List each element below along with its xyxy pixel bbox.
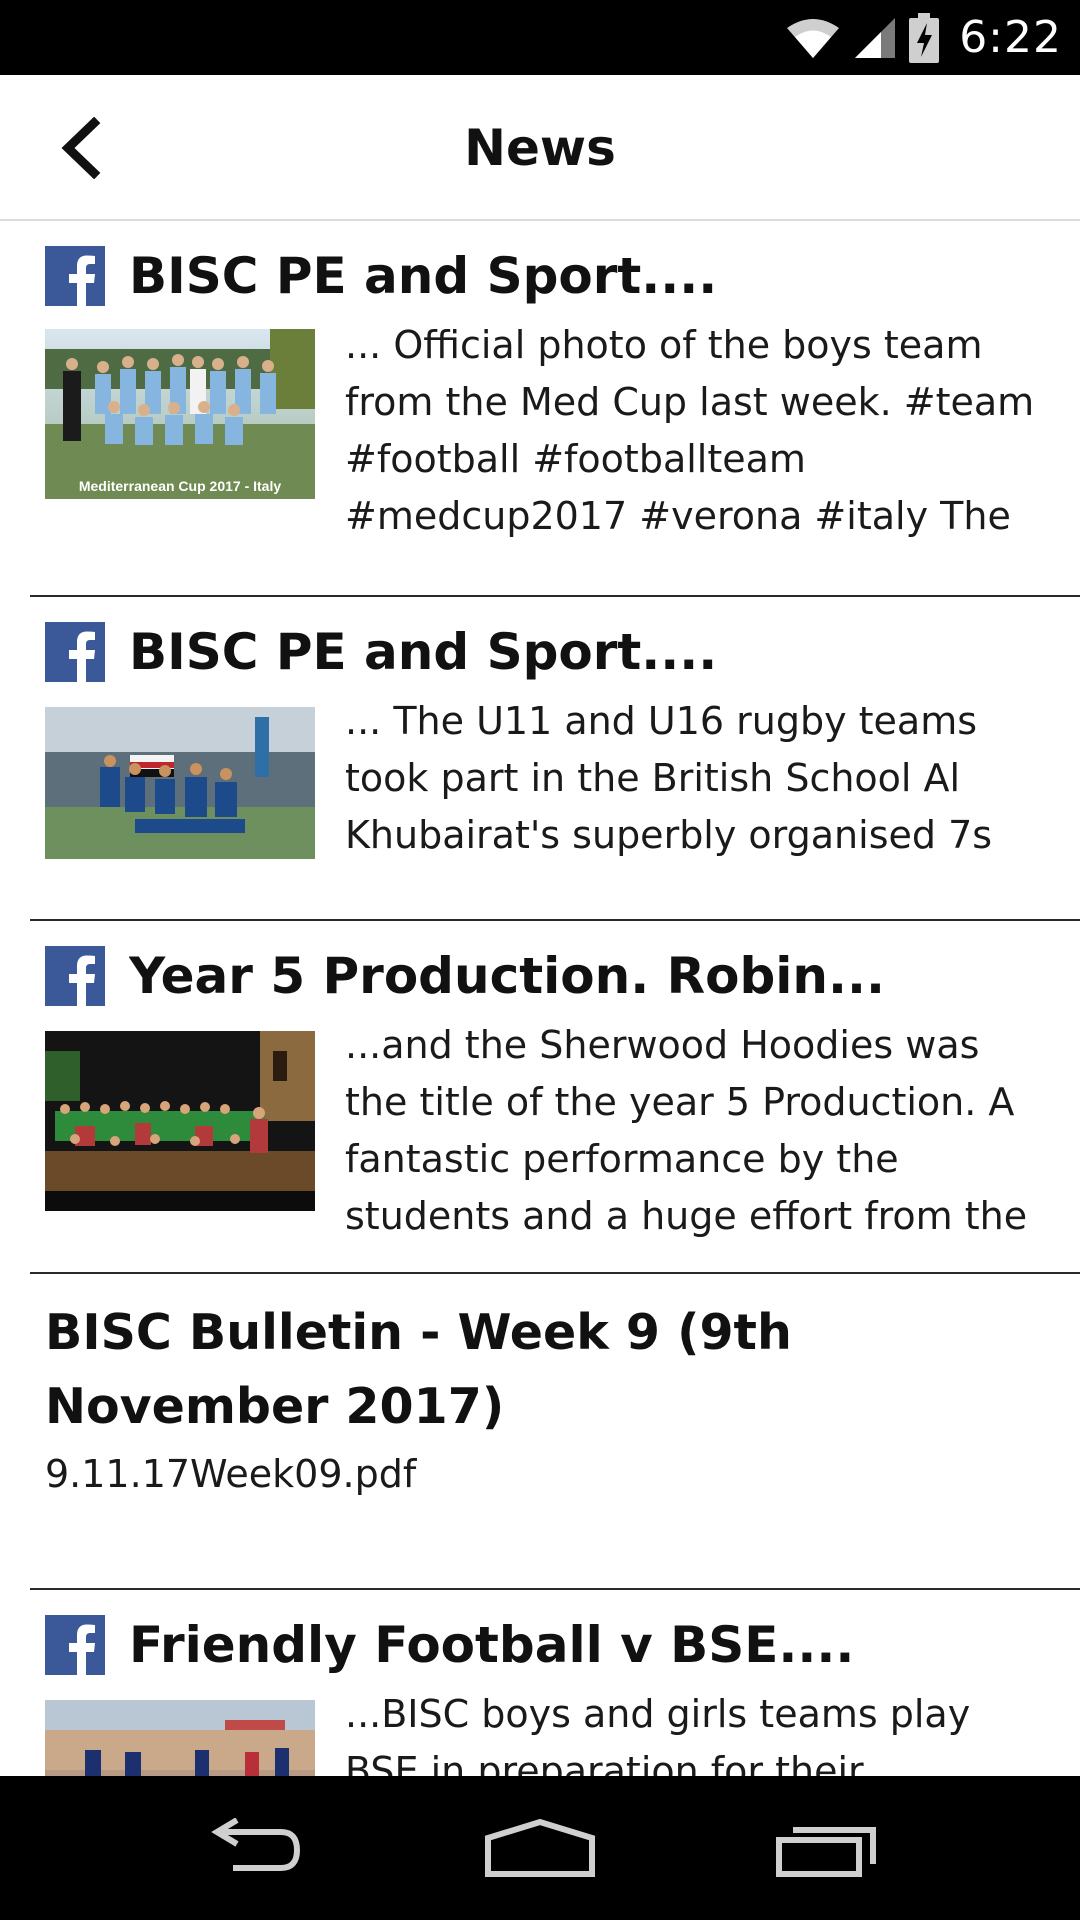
news-item-title: BISC PE and Sport.... — [129, 623, 718, 681]
status-bar: 6:22 — [0, 0, 1080, 75]
status-icons: 6:22 — [785, 0, 1062, 75]
news-item[interactable]: Year 5 Production. Robin... ...and the S… — [30, 921, 1080, 1274]
app-bar: News — [0, 75, 1080, 221]
bulletin-item[interactable]: BISC Bulletin - Week 9 (9th November 201… — [30, 1274, 1080, 1590]
facebook-icon — [45, 1615, 105, 1675]
news-item[interactable]: BISC PE and Sport.... — [30, 221, 1080, 597]
system-nav-bar — [0, 1776, 1080, 1920]
news-item-header: BISC PE and Sport.... — [45, 621, 1060, 683]
nav-recents-button[interactable] — [762, 1803, 892, 1893]
news-item-title: Friendly Football v BSE.... — [129, 1616, 855, 1674]
back-button[interactable] — [40, 105, 120, 191]
news-feed[interactable]: BISC PE and Sport.... Mediterranean Cup … — [0, 221, 1080, 1776]
news-item-header: BISC PE and Sport.... — [45, 245, 1060, 307]
nav-home-button[interactable] — [475, 1803, 605, 1893]
news-thumbnail[interactable]: Mediterranean Cup 2017 - Italy — [45, 329, 315, 499]
status-time: 6:22 — [959, 12, 1062, 63]
wifi-icon — [787, 18, 840, 58]
nav-back-button[interactable] — [188, 1803, 318, 1893]
news-item-title: Year 5 Production. Robin... — [129, 947, 885, 1005]
football-match-image — [45, 1700, 315, 1776]
facebook-icon — [45, 246, 105, 306]
facebook-icon — [45, 622, 105, 682]
bulletin-title: BISC Bulletin - Week 9 (9th November 201… — [45, 1304, 792, 1435]
back-nav-icon — [211, 1818, 301, 1871]
news-item-excerpt: ... The U11 and U16 rugby teams took par… — [345, 699, 993, 857]
rugby-team-image — [45, 707, 315, 859]
news-item-title: BISC PE and Sport.... — [129, 247, 718, 305]
recents-nav-icon — [775, 1827, 876, 1877]
stage-production-image — [45, 1031, 315, 1211]
news-thumbnail[interactable] — [45, 1031, 315, 1211]
page-title: News — [464, 119, 616, 177]
battery-charging-icon — [909, 12, 940, 63]
news-item-header: Friendly Football v BSE.... — [45, 1614, 1060, 1676]
chevron-left-icon — [61, 117, 101, 179]
news-item[interactable]: BISC PE and Sport.... — [30, 597, 1080, 921]
bulletin-file-link[interactable]: 9.11.17Week09.pdf — [45, 1452, 416, 1496]
signal-icon — [855, 17, 896, 58]
thumbnail-caption: Mediterranean Cup 2017 - Italy — [79, 478, 282, 494]
home-nav-icon — [484, 1818, 595, 1877]
news-thumbnail[interactable] — [45, 1700, 315, 1776]
news-item-excerpt: ...BISC boys and girls teams play BSE in… — [345, 1692, 971, 1776]
facebook-icon — [45, 946, 105, 1006]
news-thumbnail[interactable] — [45, 707, 315, 859]
news-item[interactable]: Friendly Football v BSE.... ...BISC boys… — [30, 1590, 1080, 1776]
team-photo-image: Mediterranean Cup 2017 - Italy — [45, 329, 315, 499]
news-item-header: Year 5 Production. Robin... — [45, 945, 1060, 1007]
news-item-excerpt: ...and the Sherwood Hoodies was the titl… — [345, 1023, 1028, 1238]
news-item-excerpt: ... Official photo of the boys team from… — [345, 323, 1035, 538]
